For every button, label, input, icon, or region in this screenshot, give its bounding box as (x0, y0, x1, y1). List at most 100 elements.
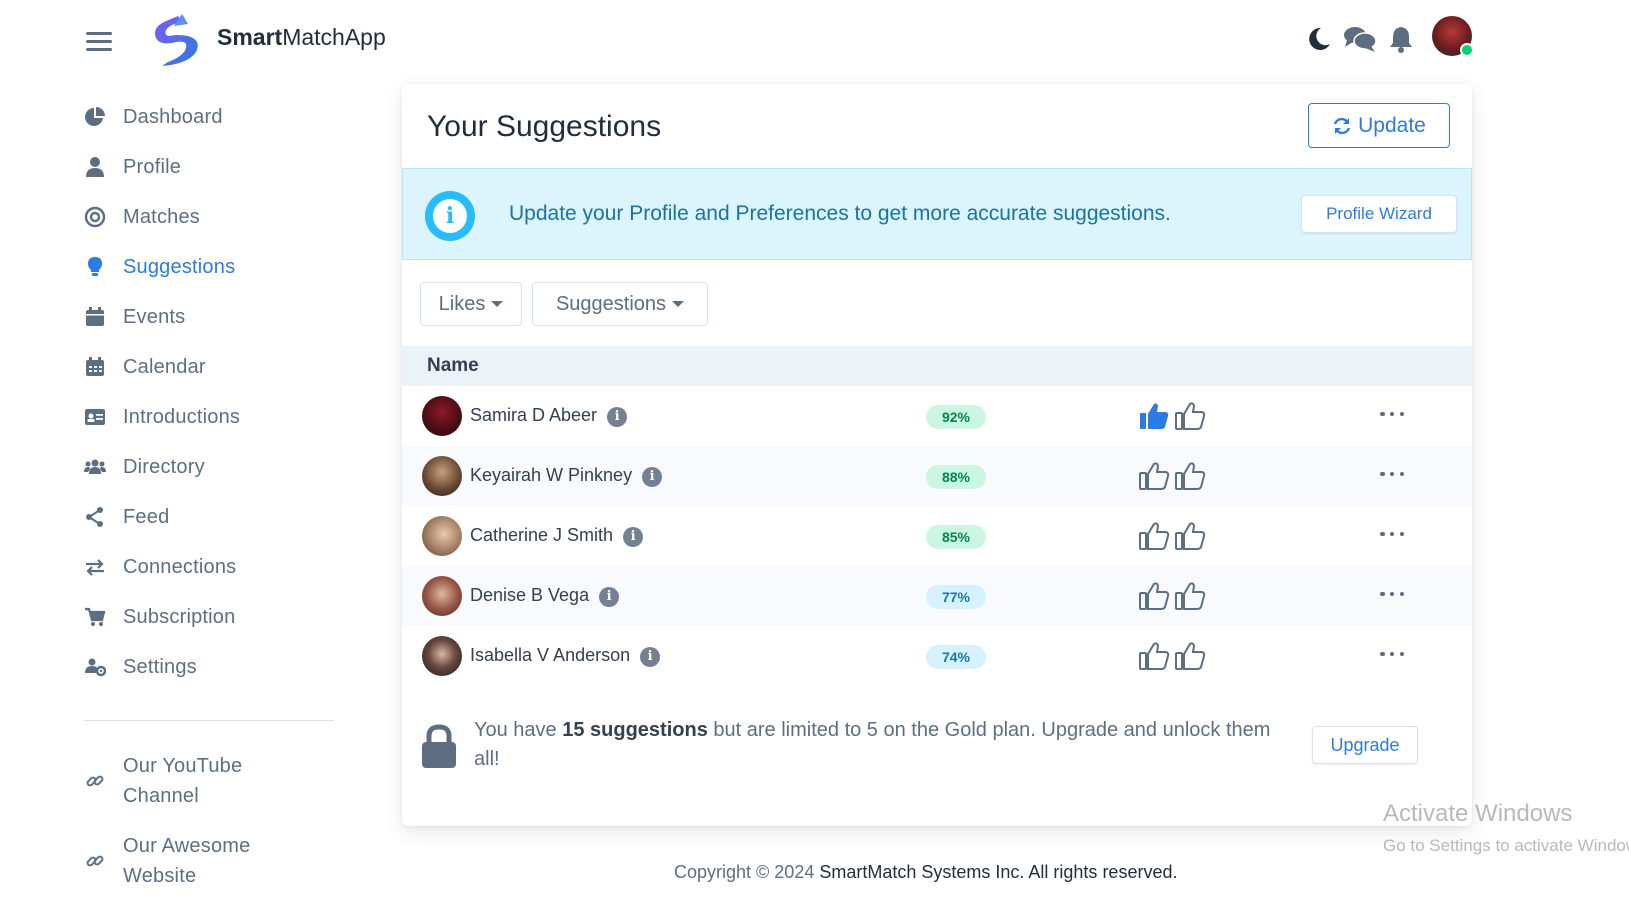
online-status-dot (1460, 43, 1474, 57)
match-badge: 74% (926, 645, 986, 669)
like-outline-icon[interactable] (1138, 460, 1170, 492)
suggestions-card: Your Suggestions Update i Update your Pr… (402, 84, 1472, 826)
info-icon[interactable]: i (640, 647, 661, 667)
copyright-footer: Copyright © 2024 SmartMatch Systems Inc.… (674, 862, 1178, 882)
share-icon (86, 507, 103, 527)
avatar[interactable] (422, 396, 462, 436)
table-row: Denise B Vega i 77% (402, 566, 1472, 626)
person-name[interactable]: Keyairah W Pinkney i (470, 465, 663, 487)
user-icon (86, 157, 104, 177)
sidebar-item-matches[interactable]: Matches (84, 192, 344, 242)
sidebar-link-youtube[interactable]: Our YouTube Channel (84, 751, 344, 811)
more-options-icon[interactable] (1380, 584, 1404, 604)
table-row: Catherine J Smith i 85% (402, 506, 1472, 566)
more-options-icon[interactable] (1380, 464, 1404, 484)
alert-text: Update your Profile and Preferences to g… (509, 202, 1171, 225)
like-outline-icon[interactable] (1138, 580, 1170, 612)
profile-wizard-button[interactable]: Profile Wizard (1301, 195, 1457, 233)
avatar[interactable] (422, 576, 462, 616)
info-icon: i (425, 191, 475, 241)
match-badge: 92% (926, 405, 986, 429)
sidebar-item-suggestions[interactable]: Suggestions (84, 242, 344, 292)
more-options-icon[interactable] (1380, 524, 1404, 544)
info-icon[interactable]: i (607, 407, 628, 427)
sidebar-item-feed[interactable]: Feed (84, 492, 344, 542)
cart-icon (85, 607, 106, 626)
like-filled-icon[interactable] (1138, 400, 1170, 432)
person-name[interactable]: Isabella V Anderson i (470, 645, 661, 667)
lock-icon (422, 724, 456, 768)
sidebar-item-label: Dashboard (123, 105, 223, 128)
table-header: Name (402, 346, 1472, 386)
sidebar: Dashboard Profile Matches Suggestions Ev… (84, 92, 344, 911)
match-badge: 85% (926, 525, 986, 549)
pie-chart-icon (85, 107, 105, 126)
match-badge: 77% (926, 585, 986, 609)
link-icon (86, 855, 104, 867)
avatar[interactable] (422, 636, 462, 676)
activate-windows-subtitle: Go to Settings to activate Windows. (1383, 836, 1629, 855)
exchange-icon (86, 559, 104, 576)
link-icon (86, 775, 104, 787)
upgrade-message: You have 15 suggestions but are limited … (474, 719, 1271, 770)
more-options-icon[interactable] (1380, 404, 1404, 424)
column-header-name[interactable]: Name (427, 355, 479, 377)
sidebar-item-calendar[interactable]: Calendar (84, 342, 344, 392)
bell-icon[interactable] (1386, 24, 1416, 54)
match-badge: 88% (926, 465, 986, 489)
refresh-icon (1333, 117, 1351, 134)
avatar[interactable] (422, 516, 462, 556)
chevron-down-icon (491, 301, 504, 307)
more-options-icon[interactable] (1380, 644, 1404, 664)
info-icon[interactable]: i (623, 527, 644, 547)
id-card-icon (85, 409, 105, 425)
brand-name[interactable]: SmartMatchApp (217, 24, 386, 51)
sidebar-item-introductions[interactable]: Introductions (84, 392, 344, 442)
menu-icon[interactable] (86, 32, 112, 51)
person-name[interactable]: Samira D Abeer i (470, 405, 628, 427)
like-outline-icon[interactable] (1174, 460, 1206, 492)
sidebar-item-events[interactable]: Events (84, 292, 344, 342)
info-alert: i Update your Profile and Preferences to… (402, 168, 1472, 260)
info-icon[interactable]: i (642, 467, 663, 487)
sidebar-item-label: Our YouTube Channel (123, 755, 243, 807)
like-outline-icon[interactable] (1138, 520, 1170, 552)
avatar[interactable] (422, 456, 462, 496)
sidebar-item-dashboard[interactable]: Dashboard (84, 92, 344, 142)
sidebar-item-profile[interactable]: Profile (84, 142, 344, 192)
sidebar-item-subscription[interactable]: Subscription (84, 592, 344, 642)
sidebar-item-settings[interactable]: Settings (84, 642, 344, 692)
sidebar-item-label: Introductions (123, 405, 241, 428)
lightbulb-icon (88, 257, 102, 276)
chat-icon[interactable] (1343, 24, 1377, 54)
like-outline-icon[interactable] (1138, 640, 1170, 672)
table-row: Samira D Abeer i 92% (402, 386, 1472, 446)
table-row: Isabella V Anderson i 74% (402, 626, 1472, 686)
target-icon (84, 206, 106, 228)
like-outline-icon[interactable] (1174, 400, 1206, 432)
page-title: Your Suggestions (427, 110, 662, 143)
sidebar-item-label: Directory (123, 455, 205, 478)
person-name[interactable]: Denise B Vega i (470, 585, 620, 607)
users-icon (84, 459, 106, 474)
sidebar-item-label: Connections (123, 555, 237, 578)
sidebar-item-label: Matches (123, 205, 200, 228)
upgrade-button[interactable]: Upgrade (1312, 726, 1418, 764)
sidebar-item-connections[interactable]: Connections (84, 542, 344, 592)
like-outline-icon[interactable] (1174, 520, 1206, 552)
sidebar-item-directory[interactable]: Directory (84, 442, 344, 492)
calendar-icon (86, 357, 104, 376)
sidebar-item-label: Calendar (123, 355, 206, 378)
activate-windows-title: Activate Windows (1383, 800, 1573, 827)
sidebar-link-website[interactable]: Our Awesome Website (84, 831, 344, 891)
info-icon[interactable]: i (599, 587, 620, 607)
sidebar-item-label: Settings (123, 655, 197, 678)
suggestions-dropdown[interactable]: Suggestions (532, 282, 708, 326)
likes-dropdown[interactable]: Likes (420, 282, 522, 326)
logo-icon[interactable] (148, 14, 204, 68)
moon-icon[interactable] (1304, 24, 1334, 54)
like-outline-icon[interactable] (1174, 580, 1206, 612)
like-outline-icon[interactable] (1174, 640, 1206, 672)
person-name[interactable]: Catherine J Smith i (470, 525, 644, 547)
update-button[interactable]: Update (1308, 103, 1450, 148)
